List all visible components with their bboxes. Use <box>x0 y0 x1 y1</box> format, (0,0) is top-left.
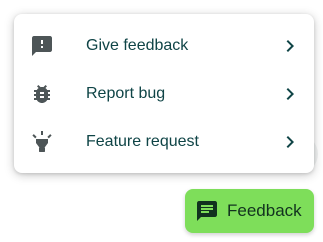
bug-icon <box>30 82 54 106</box>
feedback-button[interactable]: Feedback <box>185 189 314 233</box>
menu-item-feature-request[interactable]: Feature request <box>14 118 314 166</box>
menu-item-report-bug[interactable]: Report bug <box>14 70 314 118</box>
feedback-icon <box>30 34 54 58</box>
feedback-menu: Give feedback Report bug Feature request <box>14 14 314 173</box>
menu-item-give-feedback[interactable]: Give feedback <box>14 22 314 70</box>
lightbulb-icon <box>30 130 54 154</box>
chevron-right-icon <box>278 34 302 58</box>
menu-item-label: Report bug <box>86 85 166 102</box>
menu-item-label: Give feedback <box>86 37 189 54</box>
chevron-right-icon <box>278 130 302 154</box>
feedback-icon <box>195 199 219 223</box>
feedback-button-label: Feedback <box>227 201 302 220</box>
chevron-right-icon <box>278 82 302 106</box>
menu-item-label: Feature request <box>86 133 199 150</box>
